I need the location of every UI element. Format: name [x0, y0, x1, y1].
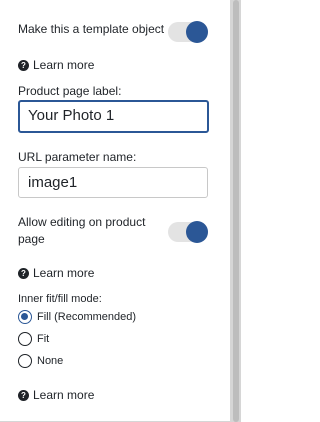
- scrollbar-thumb[interactable]: [233, 0, 239, 422]
- allow-editing-label-line1: Allow editing on product: [18, 215, 146, 229]
- learn-more-link-3[interactable]: ? Learn more: [18, 388, 94, 402]
- learn-more-link-1[interactable]: ? Learn more: [18, 58, 94, 72]
- learn-more-text: Learn more: [33, 388, 95, 402]
- allow-editing-label-line2: page: [18, 232, 45, 246]
- toggle-knob: [186, 221, 208, 243]
- url-parameter-heading: URL parameter name:: [18, 150, 137, 164]
- url-parameter-input[interactable]: image1: [18, 167, 208, 198]
- radio-option-fit[interactable]: Fit: [18, 332, 49, 346]
- learn-more-text: Learn more: [33, 58, 95, 72]
- help-icon: ?: [18, 267, 29, 279]
- allow-editing-toggle[interactable]: [168, 221, 208, 243]
- radio-option-none[interactable]: None: [18, 354, 63, 368]
- fit-mode-heading: Inner fit/fill mode:: [18, 293, 102, 305]
- template-settings-panel: Make this a template object ? Learn more…: [0, 0, 230, 422]
- radio-label-fill: Fill (Recommended): [37, 311, 137, 323]
- help-icon: ?: [18, 59, 29, 71]
- radio-checked-icon: [18, 310, 32, 324]
- help-icon: ?: [18, 389, 29, 401]
- radio-label-fit: Fit: [37, 333, 50, 345]
- toggle-knob: [186, 21, 208, 43]
- template-object-toggle[interactable]: [168, 21, 208, 43]
- radio-option-fill[interactable]: Fill (Recommended): [18, 310, 136, 324]
- learn-more-text: Learn more: [33, 266, 95, 280]
- radio-label-none: None: [37, 355, 64, 367]
- product-page-label-input[interactable]: Your Photo 1: [18, 100, 209, 133]
- template-object-label: Make this a template object: [18, 22, 165, 36]
- radio-unchecked-icon: [18, 354, 32, 368]
- product-page-label-heading: Product page label:: [18, 84, 122, 98]
- learn-more-link-2[interactable]: ? Learn more: [18, 266, 94, 280]
- radio-unchecked-icon: [18, 332, 32, 346]
